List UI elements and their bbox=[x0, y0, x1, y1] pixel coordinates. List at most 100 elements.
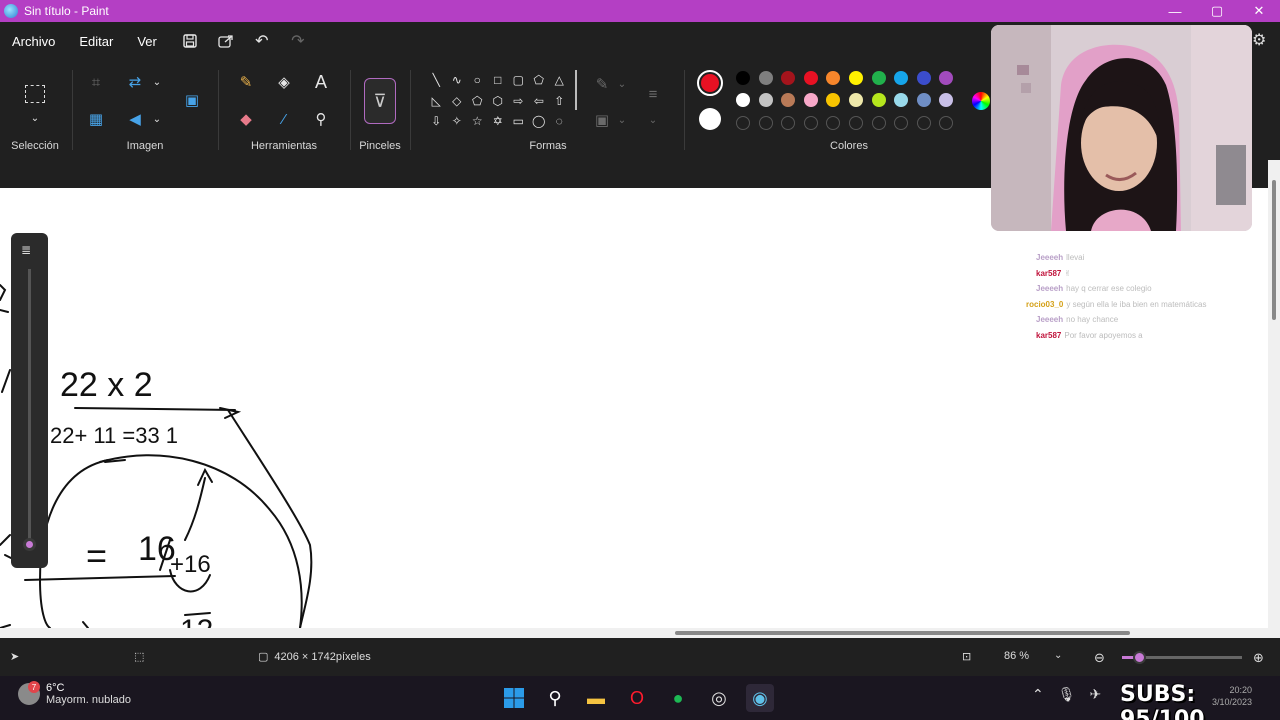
brush-size-slider[interactable]: ≣ bbox=[11, 233, 48, 568]
diamond-shape-icon[interactable]: ◇ bbox=[447, 91, 468, 112]
menu-edit[interactable]: Editar bbox=[67, 34, 125, 49]
chat-username[interactable]: Jeeeeh bbox=[1036, 253, 1063, 262]
color-swatch[interactable] bbox=[849, 93, 863, 107]
color-swatch[interactable] bbox=[916, 93, 931, 107]
color-swatch[interactable] bbox=[736, 93, 750, 107]
color-swatch[interactable] bbox=[758, 93, 773, 107]
oval-callout-shape-icon[interactable]: ◯ bbox=[529, 111, 550, 132]
opera-icon[interactable]: O bbox=[623, 684, 651, 712]
magnifier-icon[interactable]: ⚲ bbox=[309, 107, 333, 131]
zoom-thumb[interactable] bbox=[1133, 651, 1146, 664]
paint-taskbar-icon[interactable]: ◉ bbox=[746, 684, 774, 712]
pentagon-shape-icon[interactable]: ⬠ bbox=[467, 91, 488, 112]
right-triangle-shape-icon[interactable]: ◺ bbox=[426, 91, 447, 112]
rotate-icon[interactable]: ◀ bbox=[123, 107, 147, 131]
vertical-scroll-thumb[interactable] bbox=[1272, 180, 1276, 320]
slider-thumb[interactable] bbox=[23, 538, 36, 551]
curve-shape-icon[interactable]: ∿ bbox=[447, 70, 468, 91]
oval-shape-icon[interactable]: ○ bbox=[467, 70, 488, 91]
file-explorer-icon[interactable]: ▬ bbox=[582, 684, 610, 712]
color-swatch[interactable] bbox=[736, 71, 750, 85]
pencil-icon[interactable]: ✎ bbox=[234, 70, 258, 94]
down-arrow-shape-icon[interactable]: ⇩ bbox=[426, 111, 447, 132]
custom-color-slot[interactable] bbox=[758, 116, 773, 130]
menu-file[interactable]: Archivo bbox=[0, 34, 67, 49]
color-swatch[interactable] bbox=[871, 93, 886, 107]
chat-username[interactable]: Jeeeeh bbox=[1036, 284, 1063, 293]
custom-color-slot[interactable] bbox=[849, 116, 863, 130]
custom-color-slot[interactable] bbox=[871, 116, 886, 130]
left-arrow-shape-icon[interactable]: ⇦ bbox=[529, 91, 550, 112]
fit-to-window-icon[interactable]: ⊡ bbox=[962, 650, 971, 663]
remove-background-icon[interactable]: ▦ bbox=[84, 107, 108, 131]
line-shape-icon[interactable]: ╲ bbox=[426, 70, 447, 91]
chevron-down-icon[interactable]: ⌄ bbox=[1054, 650, 1062, 661]
resize-icon[interactable]: ⇄ bbox=[123, 70, 147, 94]
shapes-scrollbar[interactable] bbox=[575, 70, 577, 110]
color-picker-icon[interactable]: ⁄ bbox=[272, 107, 296, 131]
color-swatch[interactable] bbox=[803, 71, 818, 85]
custom-color-slot[interactable] bbox=[736, 116, 750, 130]
minimize-button[interactable]: — bbox=[1154, 0, 1196, 22]
maximize-button[interactable]: ▢ bbox=[1196, 0, 1238, 22]
share-icon[interactable] bbox=[211, 26, 241, 56]
primary-color-swatch[interactable] bbox=[697, 70, 723, 96]
chevron-down-icon[interactable]: ⌄ bbox=[610, 72, 634, 96]
chevron-down-icon[interactable]: ⌄ bbox=[145, 70, 169, 94]
close-button[interactable]: ✕ bbox=[1238, 0, 1280, 22]
chevron-down-icon[interactable]: ⌄ bbox=[145, 107, 169, 131]
chevron-down-icon[interactable]: ⌄ bbox=[641, 108, 665, 132]
zoom-out-icon[interactable]: ⊖ bbox=[1094, 650, 1105, 666]
four-point-star-shape-icon[interactable]: ✧ bbox=[447, 111, 468, 132]
custom-color-slot[interactable] bbox=[916, 116, 931, 130]
secondary-color-swatch[interactable] bbox=[699, 108, 721, 130]
chevron-down-icon[interactable]: ⌄ bbox=[610, 108, 634, 132]
menu-view[interactable]: Ver bbox=[125, 34, 169, 49]
horizontal-scroll-thumb[interactable] bbox=[675, 631, 1130, 635]
microphone-icon[interactable]: 🎙 bbox=[1058, 686, 1076, 703]
fill-bucket-icon[interactable]: ◈ bbox=[272, 70, 296, 94]
windows-start-icon[interactable] bbox=[500, 684, 528, 712]
chat-username[interactable]: rocio03_0 bbox=[1026, 300, 1063, 309]
zoom-in-icon[interactable]: ⊕ bbox=[1253, 650, 1264, 666]
custom-color-slot[interactable] bbox=[803, 116, 818, 130]
chevron-up-icon[interactable]: ⌃ bbox=[1032, 686, 1044, 703]
triangle-shape-icon[interactable]: △ bbox=[549, 70, 570, 91]
size-icon[interactable]: ≡ bbox=[641, 82, 665, 106]
rounded-rectangle-shape-icon[interactable]: ▢ bbox=[508, 70, 529, 91]
brush-icon[interactable]: ⊽ bbox=[364, 78, 396, 124]
spotify-icon[interactable]: ● bbox=[664, 684, 692, 712]
color-swatch[interactable] bbox=[849, 71, 863, 85]
chat-username[interactable]: kar587 bbox=[1036, 331, 1061, 340]
crop-icon[interactable]: ⌗ bbox=[84, 70, 108, 94]
chevron-down-icon[interactable]: ⌄ bbox=[23, 106, 47, 130]
color-swatch[interactable] bbox=[758, 71, 773, 85]
airplane-icon[interactable]: ✈ bbox=[1090, 686, 1102, 703]
horizontal-scrollbar[interactable] bbox=[0, 628, 1280, 638]
text-icon[interactable]: A bbox=[309, 70, 333, 94]
color-swatch[interactable] bbox=[916, 71, 931, 85]
hexagon-shape-icon[interactable]: ⬡ bbox=[488, 91, 509, 112]
obs-icon[interactable]: ◎ bbox=[705, 684, 733, 712]
vertical-scrollbar[interactable] bbox=[1268, 160, 1280, 630]
edit-colors-icon[interactable] bbox=[972, 92, 990, 110]
save-icon[interactable] bbox=[175, 26, 205, 56]
chat-username[interactable]: Jeeeeh bbox=[1036, 315, 1063, 324]
right-arrow-shape-icon[interactable]: ⇨ bbox=[508, 91, 529, 112]
eraser-icon[interactable]: ◆ bbox=[234, 107, 258, 131]
rectangle-select-icon[interactable] bbox=[25, 85, 45, 103]
color-swatch[interactable] bbox=[871, 71, 886, 85]
polygon-shape-icon[interactable]: ⬠ bbox=[529, 70, 550, 91]
color-swatch[interactable] bbox=[803, 93, 818, 107]
rect-callout-shape-icon[interactable]: ▭ bbox=[508, 111, 529, 132]
chat-username[interactable]: kar587 bbox=[1036, 269, 1061, 278]
six-point-star-shape-icon[interactable]: ✡ bbox=[488, 111, 509, 132]
weather-widget[interactable]: 7 6°C Mayorm. nublado bbox=[18, 681, 131, 706]
up-arrow-shape-icon[interactable]: ⇧ bbox=[549, 91, 570, 112]
five-point-star-shape-icon[interactable]: ☆ bbox=[467, 111, 488, 132]
zoom-level[interactable]: 86 % bbox=[1004, 650, 1029, 662]
image-select-icon[interactable]: ▣ bbox=[180, 88, 204, 112]
cloud-callout-shape-icon[interactable]: ◌ bbox=[549, 111, 570, 132]
redo-icon[interactable]: ↷ bbox=[283, 26, 313, 56]
gear-icon[interactable]: ⚙ bbox=[1252, 30, 1266, 50]
